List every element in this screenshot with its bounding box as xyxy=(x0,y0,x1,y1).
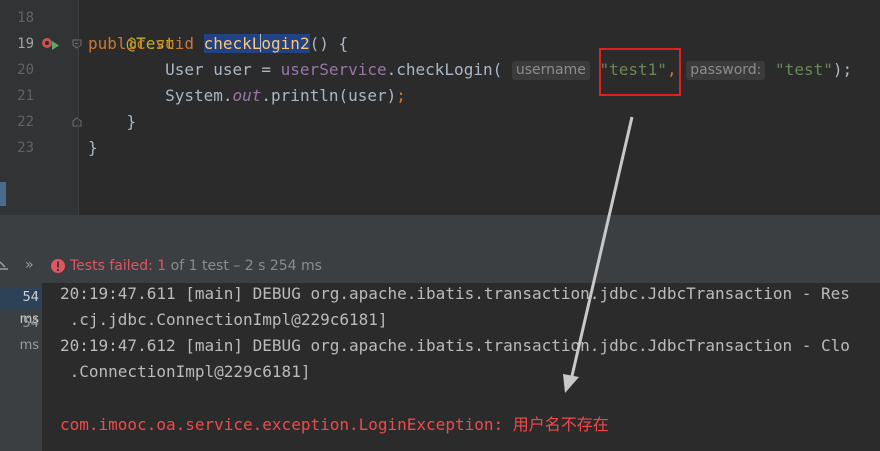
annotation-arrow xyxy=(563,116,634,393)
